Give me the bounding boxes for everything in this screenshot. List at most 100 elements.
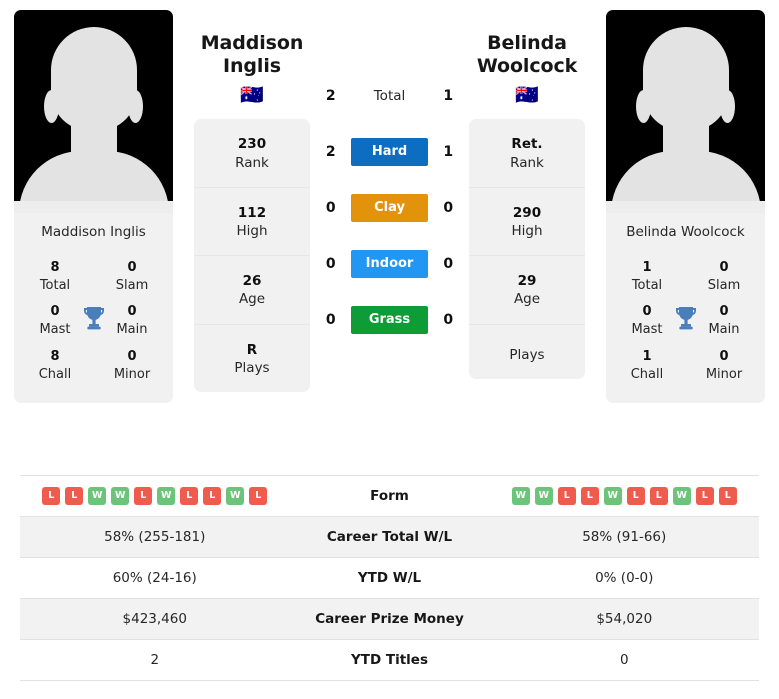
right-stat-high-label: High <box>511 223 543 239</box>
surface-indoor-badge[interactable]: Indoor <box>351 250 428 278</box>
left-ytd-wl: 60% (24-16) <box>112 570 197 586</box>
surface-hard-left-value: 2 <box>325 144 336 160</box>
left-career-total-wl: 58% (255-181) <box>104 529 206 545</box>
surface-row-clay: 0 Clay 0 <box>310 180 469 236</box>
left-titles-minor-value: 0 <box>127 348 137 364</box>
avatar-ear-right-icon <box>720 90 735 123</box>
right-player-first-name: Belinda <box>487 32 567 54</box>
left-titles-total-label: Total <box>39 277 71 293</box>
left-stat-plays-label: Plays <box>234 359 270 376</box>
left-player-name[interactable]: Maddison Inglis <box>194 32 310 78</box>
left-stat-age: 26 Age <box>194 256 310 325</box>
trophy-icon <box>675 306 697 336</box>
right-titles-slam-value: 0 <box>719 260 729 275</box>
left-stat-high-value: 112 <box>237 204 267 221</box>
right-player-titles-block: 1 Total 0 Slam 0 Mast 0 Main 1 Chall 0 M… <box>606 252 765 404</box>
form-badge-w: W <box>157 487 176 505</box>
left-titles-mast-label: Mast <box>39 322 71 338</box>
left-titles-slam-value: 0 <box>127 260 137 275</box>
row-label-career-prize-money: Career Prize Money <box>315 611 464 627</box>
left-player-last-name: Inglis <box>223 55 281 78</box>
left-titles-chall: 8 Chall <box>28 349 82 383</box>
right-player-stat-card: Ret. Rank 290 High 29 Age Plays <box>469 119 585 379</box>
right-titles-row-3: 1 Chall 0 Minor <box>606 345 765 389</box>
avatar-ear-left-icon <box>636 90 651 123</box>
right-player-name[interactable]: Belinda Woolcock <box>469 32 585 78</box>
surface-total-label: Total <box>373 87 406 104</box>
right-titles-row-2: 0 Mast 0 Main <box>606 300 765 344</box>
surface-row-indoor: 0 Indoor 0 <box>310 236 469 292</box>
left-player-photo <box>14 10 173 213</box>
form-badge-l: L <box>180 487 199 505</box>
left-stat-high: 112 High <box>194 188 310 257</box>
left-titles-row-3: 8 Chall 0 Minor <box>14 345 173 389</box>
right-player-photo-caption: Belinda Woolcock <box>606 213 765 252</box>
form-badge-w: W <box>111 487 130 505</box>
row-label-ytd-wl: YTD W/L <box>357 570 422 586</box>
left-titles-minor: 0 Minor <box>105 349 159 383</box>
left-player-photo-card: Maddison Inglis 8 Total 0 Slam 0 Mast 0 … <box>14 10 173 404</box>
surface-hard-badge[interactable]: Hard <box>351 138 428 166</box>
left-player-first-name: Maddison <box>200 32 304 54</box>
right-titles-main-label: Main <box>708 322 740 338</box>
form-badge-l: L <box>718 487 737 505</box>
comparison-header: Maddison Inglis 8 Total 0 Slam 0 Mast 0 … <box>0 0 779 475</box>
right-titles-chall-label: Chall <box>630 366 664 382</box>
right-ytd-wl: 0% (0-0) <box>595 570 654 586</box>
table-row-ytd-titles: 2 YTD Titles 0 <box>20 640 759 681</box>
photo-bottom-strip <box>14 201 173 213</box>
right-titles-mast: 0 Mast <box>620 304 674 338</box>
right-titles-minor-label: Minor <box>705 366 743 382</box>
left-titles-total: 8 Total <box>28 260 82 294</box>
right-form-cell: WWLLWLLWLL <box>490 487 760 505</box>
right-form-badges: WWLLWLLWLL <box>496 487 754 505</box>
form-badge-l: L <box>580 487 599 505</box>
left-stat-age-label: Age <box>238 291 266 308</box>
right-titles-main: 0 Main <box>697 304 751 338</box>
avatar-ear-left-icon <box>44 90 59 123</box>
table-row-form: LLWWLWLLWL Form WWLLWLLWLL <box>20 476 759 517</box>
left-titles-main: 0 Main <box>105 304 159 338</box>
left-form-cell: LLWWLWLLWL <box>20 487 290 505</box>
right-stat-high: 290 High <box>469 188 585 257</box>
form-badge-l: L <box>134 487 153 505</box>
right-player-photo-card: Belinda Woolcock 1 Total 0 Slam 0 Mast 0… <box>606 10 765 404</box>
right-stat-rank: Ret. Rank <box>469 119 585 188</box>
right-stat-high-value: 290 <box>512 204 542 221</box>
left-stat-rank: 230 Rank <box>194 119 310 188</box>
right-stat-age-value: 29 <box>517 273 537 290</box>
left-form-badges: LLWWLWLLWL <box>26 487 284 505</box>
form-badge-l: L <box>65 487 84 505</box>
right-player-last-name: Woolcock <box>476 55 578 78</box>
right-career-prize-money: $54,020 <box>596 611 653 627</box>
left-titles-main-value: 0 <box>127 304 137 320</box>
left-titles-row-1: 8 Total 0 Slam <box>14 256 173 300</box>
form-badge-l: L <box>42 487 61 505</box>
right-stat-rank-label: Rank <box>510 154 544 171</box>
form-badge-w: W <box>672 487 691 505</box>
trophy-icon <box>83 306 105 336</box>
left-ytd-titles: 2 <box>150 652 160 668</box>
left-titles-total-value: 8 <box>50 260 60 275</box>
left-career-prize-money: $423,460 <box>122 611 187 627</box>
surface-clay-badge[interactable]: Clay <box>351 194 428 222</box>
surface-clay-left-value: 0 <box>325 200 336 216</box>
form-badge-l: L <box>203 487 222 505</box>
left-player-photo-caption: Maddison Inglis <box>14 213 173 252</box>
left-player-summary: Maddison Inglis 🇦🇺 230 Rank 112 High 26 … <box>194 10 310 393</box>
left-stat-rank-value: 230 <box>237 136 267 153</box>
surface-grass-badge[interactable]: Grass <box>351 306 428 334</box>
left-stat-age-value: 26 <box>242 273 262 290</box>
right-titles-mast-label: Mast <box>631 322 663 338</box>
right-stat-plays: Plays <box>469 325 585 379</box>
table-row-career-prize-money: $423,460 Career Prize Money $54,020 <box>20 599 759 640</box>
surface-grass-left-value: 0 <box>325 312 336 328</box>
row-label-form: Form <box>370 488 409 504</box>
photo-bottom-strip <box>606 201 765 213</box>
right-titles-chall-value: 1 <box>642 348 652 364</box>
right-titles-mast-value: 0 <box>642 304 652 320</box>
right-titles-slam-label: Slam <box>707 277 741 293</box>
surface-grass-right-value: 0 <box>443 312 454 328</box>
right-player-photo <box>606 10 765 213</box>
surface-row-grass: 0 Grass 0 <box>310 292 469 348</box>
